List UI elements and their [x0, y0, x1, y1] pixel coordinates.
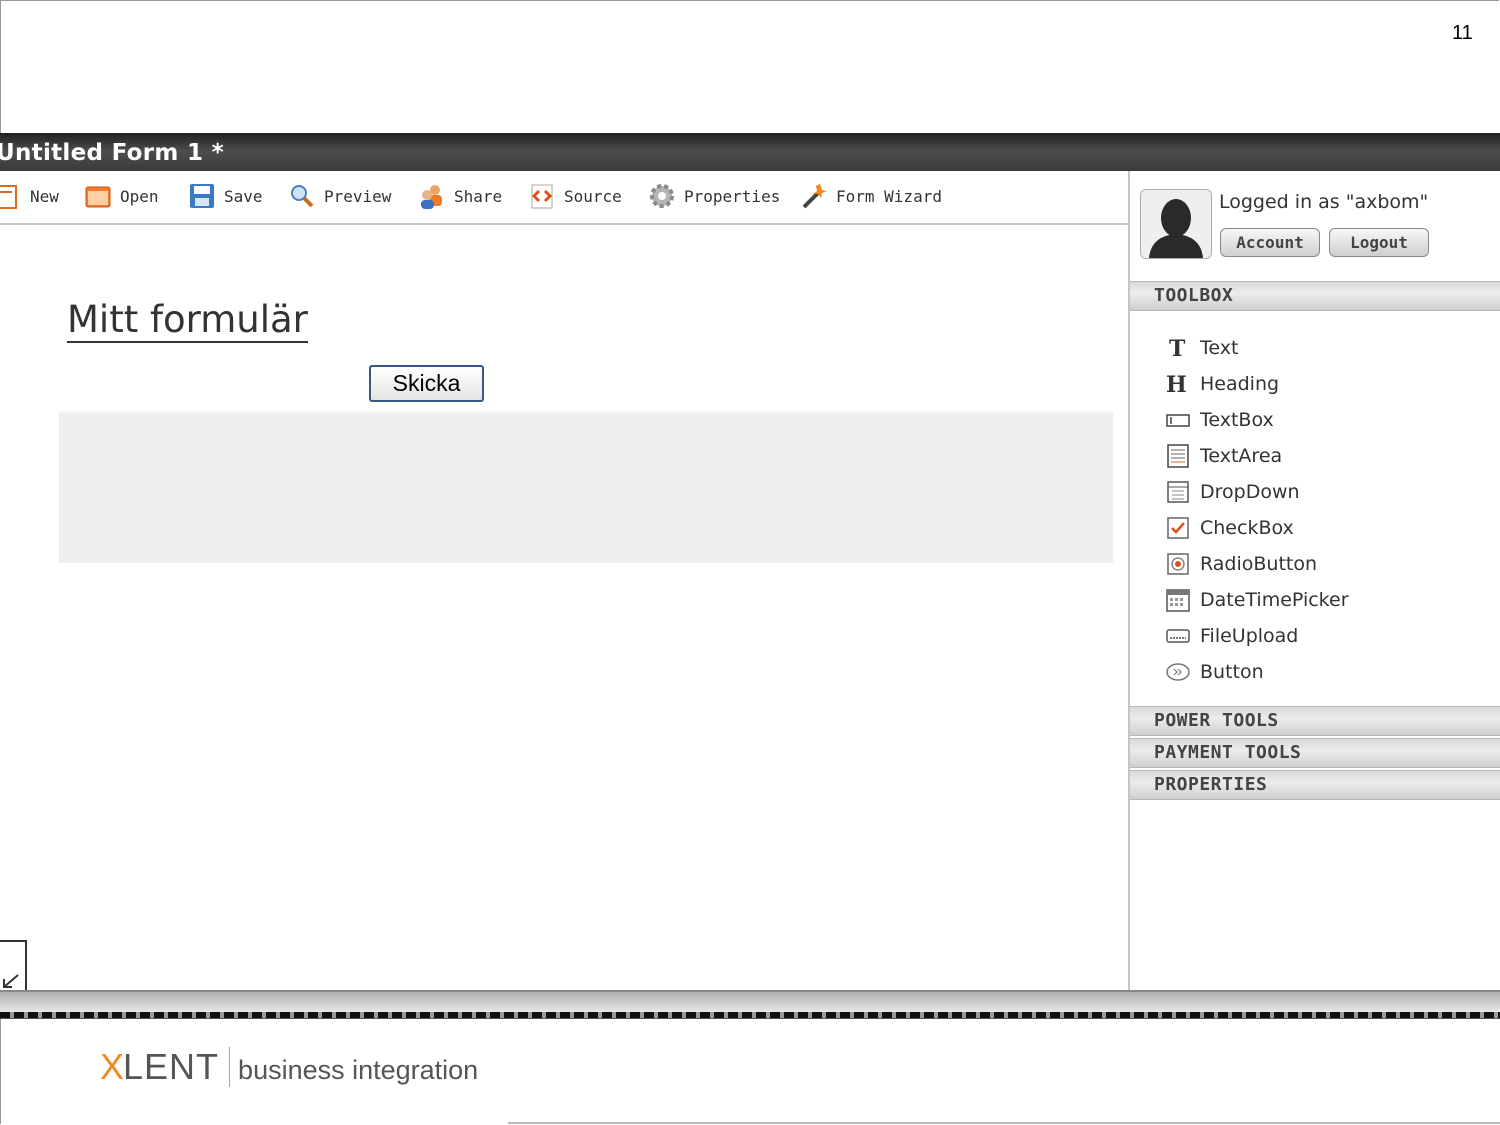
checkbox-icon — [1166, 516, 1190, 540]
resize-handle-icon — [0, 940, 27, 993]
submit-button[interactable]: Skicka — [369, 365, 484, 402]
resize-handle[interactable] — [0, 939, 28, 993]
tool-label: Heading — [1200, 373, 1280, 395]
toolbar-label: Save — [224, 186, 263, 206]
tool-label: FileUpload — [1200, 625, 1299, 647]
power-tools-header[interactable]: POWER TOOLS — [1130, 706, 1500, 736]
new-button[interactable]: New — [0, 179, 59, 213]
editor-area: New Open Save Preview Share Source Prope… — [0, 171, 1128, 993]
button-icon — [1166, 660, 1190, 684]
user-silhouette-icon — [1141, 190, 1211, 258]
toolbar-label: Preview — [324, 186, 392, 206]
svg-text:T: T — [1169, 336, 1186, 360]
tool-item-text[interactable]: T Text — [1166, 333, 1238, 363]
toolbar-label: Properties — [684, 186, 781, 206]
share-button[interactable]: Share — [418, 179, 502, 213]
avatar — [1140, 189, 1212, 259]
toolbar-label: Share — [454, 186, 503, 206]
tool-item-button[interactable]: Button — [1166, 657, 1264, 687]
calendar-icon — [1166, 588, 1190, 612]
logged-in-text: Logged in as "axbom" — [1219, 191, 1429, 213]
textarea-icon — [1166, 444, 1190, 468]
tool-item-checkbox[interactable]: CheckBox — [1166, 513, 1294, 543]
tool-item-textarea[interactable]: TextArea — [1166, 441, 1282, 471]
textbox-icon — [1166, 408, 1190, 432]
toolbar-label: New — [30, 186, 59, 206]
form-drop-zone[interactable] — [59, 411, 1113, 563]
open-folder-icon — [84, 182, 112, 210]
status-bar — [0, 990, 1500, 1014]
form-heading[interactable]: Mitt formulär — [67, 299, 308, 343]
tool-item-datetimepicker[interactable]: DateTimePicker — [1166, 585, 1349, 615]
title-bar: Untitled Form 1 * — [0, 133, 1500, 171]
account-button[interactable]: Account — [1220, 228, 1320, 257]
heading-h-icon: H — [1166, 372, 1190, 398]
tool-item-radiobutton[interactable]: RadioButton — [1166, 549, 1317, 579]
text-t-icon: T — [1166, 336, 1190, 362]
toolbar-label: Open — [120, 186, 159, 206]
gear-icon — [648, 182, 676, 210]
properties-header[interactable]: PROPERTIES — [1130, 770, 1500, 800]
footer-divider-line — [0, 1018, 1500, 1019]
source-button[interactable]: Source — [528, 179, 622, 213]
tool-item-dropdown[interactable]: DropDown — [1166, 477, 1300, 507]
tool-label: TextArea — [1200, 445, 1283, 467]
open-button[interactable]: Open — [84, 179, 159, 213]
tool-label: Text — [1200, 337, 1239, 359]
tool-label: DropDown — [1200, 481, 1300, 503]
magic-wand-icon — [800, 182, 828, 210]
form-title: Untitled Form 1 * — [0, 140, 224, 166]
form-wizard-button[interactable]: Form Wizard — [800, 179, 942, 213]
logout-button[interactable]: Logout — [1329, 228, 1429, 257]
tool-item-fileupload[interactable]: FileUpload — [1166, 621, 1298, 651]
tool-label: TextBox — [1200, 409, 1274, 431]
payment-tools-header[interactable]: PAYMENT TOOLS — [1130, 738, 1500, 768]
sidebar: Logged in as "axbom" Account Logout TOOL… — [1128, 171, 1500, 993]
logo-tagline: business integration — [238, 1054, 479, 1085]
tool-item-textbox[interactable]: TextBox — [1166, 405, 1274, 435]
toolbox-header[interactable]: TOOLBOX — [1130, 281, 1500, 311]
properties-button[interactable]: Properties — [648, 179, 780, 213]
form-builder-app: Untitled Form 1 * New Open Save Preview … — [0, 133, 1500, 993]
logo-x: X — [100, 1046, 124, 1087]
preview-button[interactable]: Preview — [288, 179, 391, 213]
tool-label: RadioButton — [1200, 553, 1318, 575]
toolbar-label: Form Wizard — [836, 186, 942, 206]
people-icon — [418, 182, 446, 210]
tool-item-heading[interactable]: H Heading — [1166, 369, 1279, 399]
magnifier-icon — [288, 182, 316, 210]
toolbar-label: Source — [564, 186, 622, 206]
floppy-disk-icon — [188, 182, 216, 210]
code-icon — [528, 182, 556, 210]
xlent-logo: X LENT business integration — [100, 1046, 478, 1088]
logo-separator — [229, 1047, 231, 1087]
page-number: 11 — [1452, 22, 1473, 44]
new-document-icon — [0, 182, 22, 210]
save-button[interactable]: Save — [188, 179, 263, 213]
logo-lent: LENT — [123, 1046, 220, 1087]
toolbar: New Open Save Preview Share Source Prope… — [0, 171, 1128, 225]
svg-text:H: H — [1166, 372, 1187, 396]
tool-label: Button — [1200, 661, 1264, 683]
footer-bottom-line — [508, 1122, 1500, 1124]
dropdown-icon — [1166, 480, 1190, 504]
radio-button-icon — [1166, 552, 1190, 576]
tool-label: CheckBox — [1200, 517, 1294, 539]
file-upload-icon — [1166, 624, 1190, 648]
tool-label: DateTimePicker — [1200, 589, 1349, 611]
